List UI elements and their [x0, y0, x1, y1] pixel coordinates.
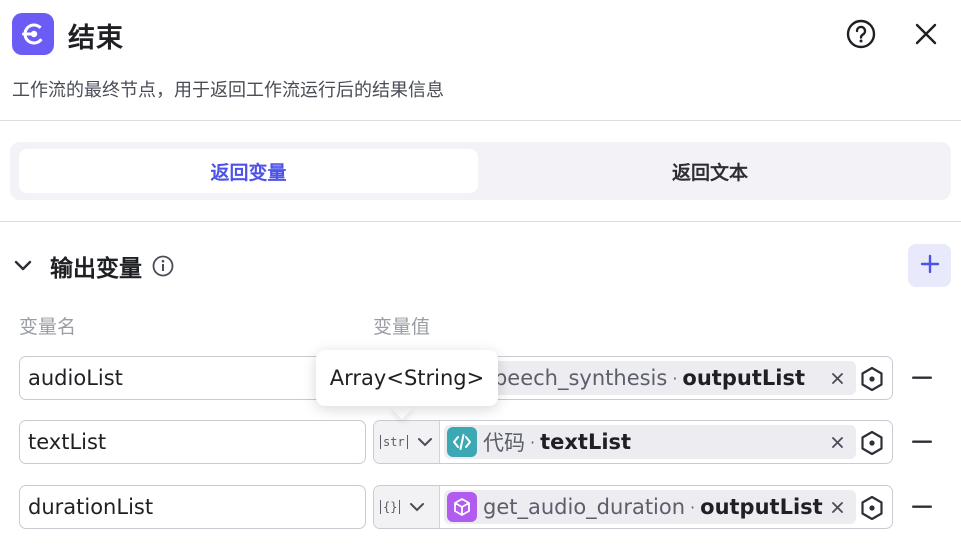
- clear-reference-icon[interactable]: [826, 428, 848, 456]
- node-title: 结束: [68, 23, 124, 54]
- variable-name-input[interactable]: durationList: [19, 485, 366, 529]
- exit-icon: [12, 13, 54, 55]
- variable-name-input[interactable]: textList: [19, 420, 366, 464]
- output-section-header: 输出变量: [10, 244, 174, 288]
- separator: ·: [530, 432, 536, 452]
- type-select[interactable]: {}: [374, 486, 440, 528]
- section-title: 输出变量: [50, 256, 142, 282]
- separator: ·: [672, 368, 678, 388]
- type-select[interactable]: str: [374, 421, 440, 463]
- variable-row: textList str 代码 · textList: [0, 420, 961, 464]
- add-variable-button[interactable]: [908, 244, 951, 287]
- remove-row-button[interactable]: [907, 428, 937, 456]
- code-icon: [447, 427, 477, 457]
- node-description: 工作流的最终节点，用于返回工作流运行后的结果信息: [12, 80, 444, 101]
- variable-value-field: str 代码 · textList: [373, 420, 893, 464]
- variable-picker-icon[interactable]: [858, 429, 886, 457]
- chevron-down-icon: [416, 433, 434, 451]
- variable-name-input[interactable]: audioList: [19, 356, 366, 400]
- separator: ·: [690, 497, 696, 517]
- remove-row-button[interactable]: [907, 364, 937, 392]
- close-icon[interactable]: [909, 17, 943, 51]
- reference-field-name: textList: [540, 430, 632, 454]
- variable-picker-icon[interactable]: [858, 494, 886, 522]
- type-tag: {}: [380, 500, 401, 514]
- reference-node-name: 代码: [483, 431, 525, 455]
- reference-chip[interactable]: get_audio_duration · outputList: [444, 490, 856, 524]
- variable-row: durationList {} get_audio_duration · out…: [0, 485, 961, 529]
- column-label-value: 变量值: [373, 316, 431, 338]
- type-tooltip: Array<String>: [316, 350, 498, 406]
- clear-reference-icon[interactable]: [826, 493, 848, 521]
- divider: [0, 221, 961, 222]
- reference-node-name: speech_synthesis: [483, 366, 668, 390]
- variable-value-field: {} get_audio_duration · outputList: [373, 485, 893, 529]
- divider: [0, 120, 961, 121]
- remove-row-button[interactable]: [907, 493, 937, 521]
- type-tag: str: [380, 435, 408, 449]
- reference-field-name: outputList: [682, 366, 805, 390]
- reference-field-name: outputList: [700, 495, 823, 519]
- reference-chip[interactable]: 代码 · textList: [444, 425, 856, 459]
- variable-picker-icon[interactable]: [858, 365, 886, 393]
- chevron-down-icon[interactable]: [10, 253, 36, 279]
- return-mode-tabs: 返回变量 返回文本: [10, 142, 951, 200]
- plus-icon: [920, 254, 940, 278]
- question-circle-icon[interactable]: [845, 18, 877, 50]
- plugin-cube-icon: [447, 492, 477, 522]
- tab-return-variables[interactable]: 返回变量: [19, 149, 478, 193]
- column-label-name: 变量名: [19, 316, 77, 338]
- reference-node-name: get_audio_duration: [483, 495, 686, 519]
- info-icon[interactable]: [152, 255, 174, 277]
- reference-chip[interactable]: speech_synthesis · outputList: [444, 361, 856, 395]
- tab-return-text[interactable]: 返回文本: [478, 149, 942, 193]
- chevron-down-icon: [408, 498, 426, 516]
- node-header: 结束: [0, 0, 961, 72]
- clear-reference-icon[interactable]: [826, 364, 848, 392]
